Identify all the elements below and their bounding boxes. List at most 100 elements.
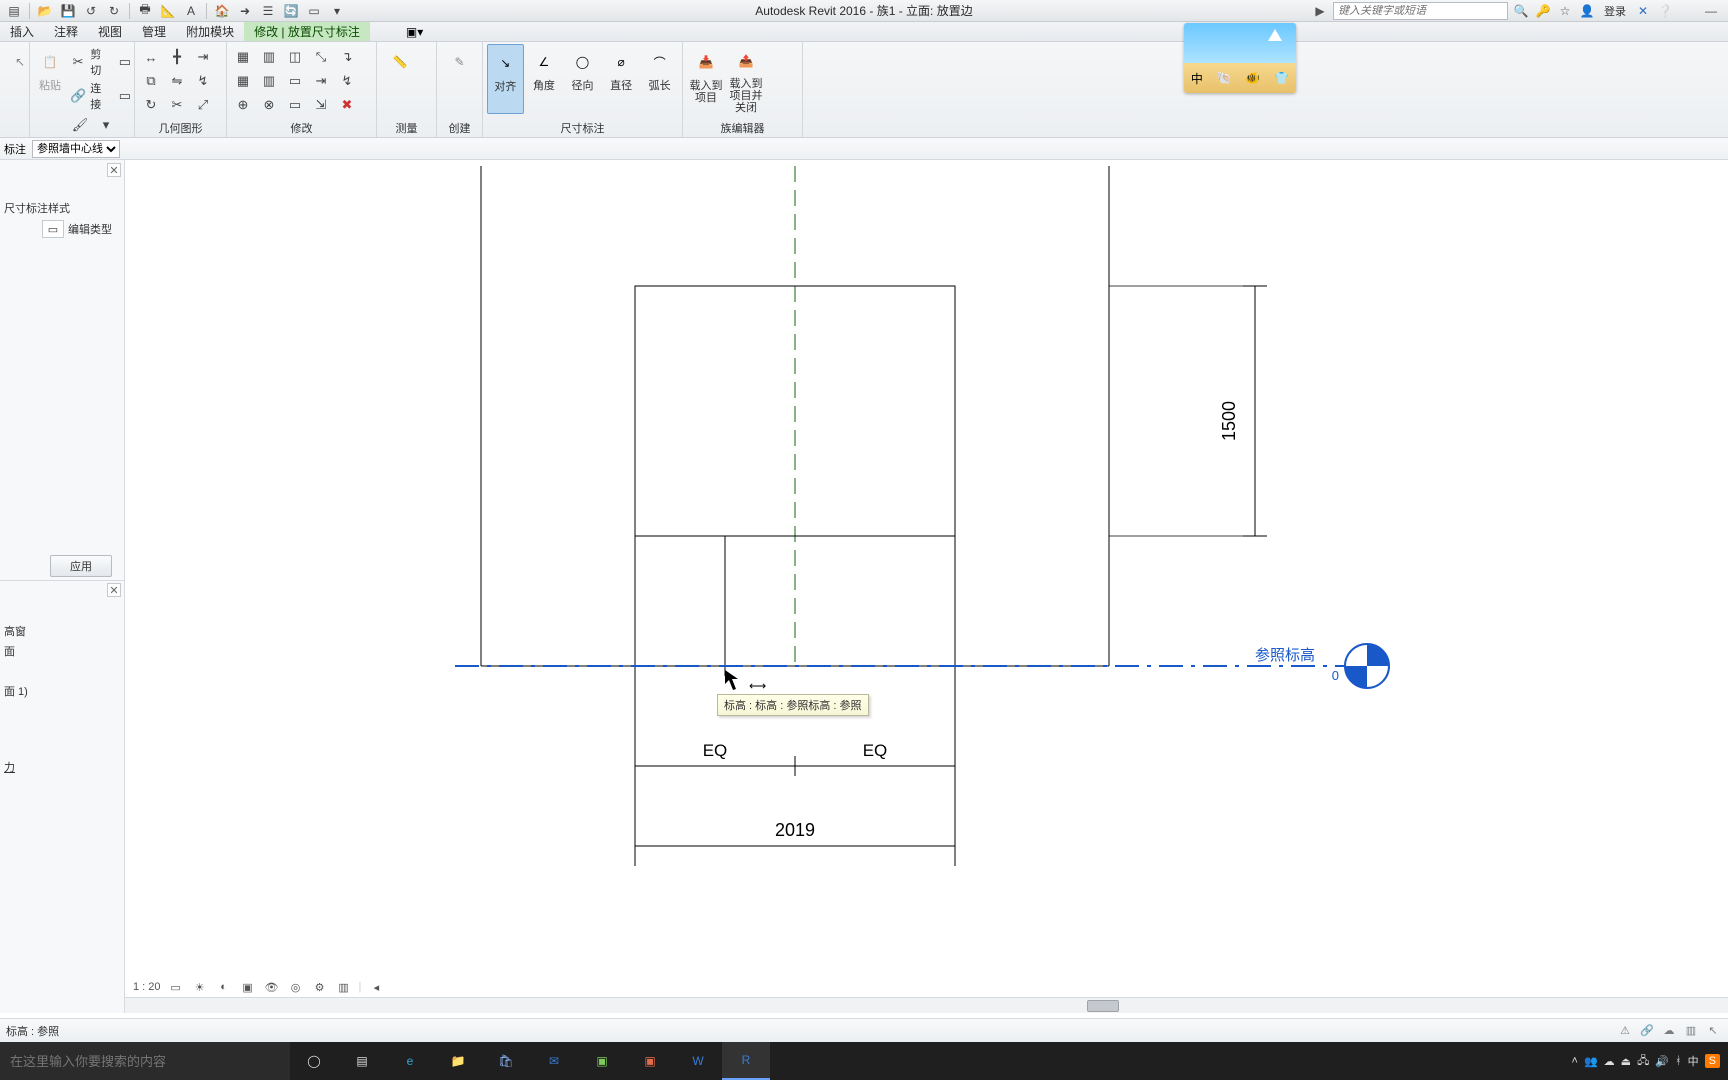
tab-manage[interactable]: 管理 [132, 22, 176, 41]
tray-usb-icon[interactable]: ⏏ [1621, 1055, 1631, 1068]
canvas-h-scrollbar[interactable] [125, 997, 1728, 1013]
tray-cloud-icon[interactable]: ☁ [1604, 1055, 1615, 1068]
vb-hide-icon[interactable]: 👁 [263, 978, 281, 996]
mod-14-icon[interactable]: ⇲ [309, 94, 333, 116]
open-button[interactable]: 📂 [35, 2, 55, 20]
sb-warn-icon[interactable]: ⚠ [1616, 1022, 1634, 1040]
browser-item[interactable]: 面 1) [4, 682, 28, 702]
taskbar-app2-icon[interactable]: ▣ [626, 1042, 674, 1080]
tray-net-icon[interactable]: 🖧 [1637, 1052, 1649, 1071]
mod-5-icon[interactable]: ↴ [335, 46, 359, 68]
measure-button[interactable]: 📏 [381, 44, 419, 114]
mod-4-icon[interactable]: ⤡ [309, 46, 333, 68]
mod-1-icon[interactable]: ▦ [231, 46, 255, 68]
vb-show-icon[interactable]: ▥ [335, 978, 353, 996]
redo-button[interactable]: ↻ [104, 2, 124, 20]
sb-filter-icon[interactable]: ▥ [1682, 1022, 1700, 1040]
search-icon[interactable]: 🔍 [1512, 2, 1530, 20]
paint-dd-icon[interactable]: ▾ [94, 114, 118, 136]
browser-item[interactable]: 力 [4, 758, 28, 778]
window-switch-icon[interactable]: ▭ [304, 2, 324, 20]
optbar-reference-dropdown[interactable]: 参照墙中心线 [32, 140, 120, 158]
text-icon[interactable]: A [181, 2, 201, 20]
dim-angular-button[interactable]: ∠ 角度 [526, 44, 563, 114]
measure-icon[interactable]: 📐 [158, 2, 178, 20]
apply-button[interactable]: 应用 [50, 555, 112, 577]
save-button[interactable]: 💾 [58, 2, 78, 20]
mod-delete-icon[interactable]: ✖ [335, 94, 359, 116]
mod-6-icon[interactable]: ▦ [231, 70, 255, 92]
mod-7-icon[interactable]: ▥ [257, 70, 281, 92]
clip-icon[interactable]: ▭ [115, 85, 135, 107]
exchange-icon[interactable]: ✕ [1634, 2, 1652, 20]
mod-11-icon[interactable]: ⊕ [231, 94, 255, 116]
view-scale[interactable]: 1 : 20 [133, 981, 161, 993]
dim-aligned-button[interactable]: ↘ 对齐 [487, 44, 524, 114]
mod-3-icon[interactable]: ◫ [283, 46, 307, 68]
geom-scale-icon[interactable]: ⤢ [191, 94, 215, 116]
drawing-canvas[interactable]: 1500 EQ EQ 2019 参照标高 0 ⟷ 标高 : 标高 : 参照标高 … [125, 166, 1728, 987]
geom-copy-icon[interactable]: ⧉ [139, 70, 163, 92]
taskbar-store-icon[interactable]: 🛍 [482, 1042, 530, 1080]
scrollbar-thumb[interactable] [1087, 1000, 1119, 1012]
taskbar-search[interactable] [0, 1042, 290, 1080]
browser-close-button[interactable]: ✕ [107, 583, 121, 597]
star-icon[interactable]: ☆ [1556, 2, 1574, 20]
paint-icon[interactable]: 🖌 [68, 114, 92, 136]
vb-shadow-icon[interactable]: ◐ [215, 978, 233, 996]
matchtype-icon[interactable]: ▭ [115, 51, 135, 73]
ribbon-expand-icon[interactable]: ▣▾ [396, 22, 433, 41]
sync-icon[interactable]: 🔄 [281, 2, 301, 20]
tray-up-icon[interactable]: ˄ [1572, 1055, 1578, 1067]
tab-insert[interactable]: 插入 [0, 22, 44, 41]
tab-modify[interactable]: 修改 | 放置尺寸标注 [244, 22, 370, 41]
qat-dropdown[interactable]: ▾ [327, 2, 347, 20]
tray-ime-text[interactable]: 中 [1688, 1053, 1699, 1069]
taskbar-taskview-icon[interactable]: ▤ [338, 1042, 386, 1080]
browser-item[interactable]: 高窗 [4, 622, 28, 642]
mod-13-icon[interactable]: ▭ [283, 94, 307, 116]
cut-icon[interactable]: ✂ [68, 51, 88, 73]
vb-temp-icon[interactable]: ⚙ [311, 978, 329, 996]
tab-view[interactable]: 视图 [88, 22, 132, 41]
tab-addins[interactable]: 附加模块 [176, 22, 244, 41]
load-into-project-button[interactable]: 📥 载入到 项目 [687, 44, 725, 114]
edit-type-button[interactable]: ▭ 编辑类型 [42, 220, 112, 238]
vb-detail-icon[interactable]: ▭ [167, 978, 185, 996]
geom-trim-icon[interactable]: ↯ [191, 70, 215, 92]
sb-link-icon[interactable]: 🔗 [1638, 1022, 1656, 1040]
geom-rotate-icon[interactable]: ↻ [139, 94, 163, 116]
home-icon[interactable]: 🏠 [212, 2, 232, 20]
app-menu-button[interactable]: ▤ [4, 2, 24, 20]
tray-bt-icon[interactable]: ᚼ [1675, 1055, 1682, 1067]
dim-radial-button[interactable]: ◯ 径向 [564, 44, 601, 114]
taskbar-cortana-icon[interactable]: ◯ [290, 1042, 338, 1080]
minimize-button[interactable]: — [1698, 2, 1724, 20]
tray-vol-icon[interactable]: 🔊 [1655, 1055, 1669, 1068]
list-icon[interactable]: ☰ [258, 2, 278, 20]
sb-cloud-icon[interactable]: ☁ [1660, 1022, 1678, 1040]
taskbar-edge-icon[interactable]: e [386, 1042, 434, 1080]
geom-mirror-icon[interactable]: ⇋ [165, 70, 189, 92]
properties-close-button[interactable]: ✕ [107, 163, 121, 177]
login-link[interactable]: 登录 [1600, 3, 1630, 19]
vb-crop-icon[interactable]: ▣ [239, 978, 257, 996]
mod-9-icon[interactable]: ⇥ [309, 70, 333, 92]
mod-8-icon[interactable]: ▭ [283, 70, 307, 92]
help-icon[interactable]: ❔ [1656, 2, 1674, 20]
geom-split-icon[interactable]: ✂ [165, 94, 189, 116]
tray-people-icon[interactable]: 👥 [1584, 1055, 1598, 1068]
help-search-box[interactable] [1333, 2, 1508, 20]
vb-style-icon[interactable]: ☀ [191, 978, 209, 996]
mod-12-icon[interactable]: ⊗ [257, 94, 281, 116]
dim-arc-button[interactable]: ⌒ 弧长 [641, 44, 678, 114]
taskbar-wps-icon[interactable]: W [674, 1042, 722, 1080]
search-play-icon[interactable]: ▶ [1311, 2, 1329, 20]
vb-nav-left-icon[interactable]: ◂ [367, 978, 385, 996]
taskbar-revit-icon[interactable]: R [722, 1042, 770, 1080]
sb-select-icon[interactable]: ↖ [1704, 1022, 1722, 1040]
taskbar-app1-icon[interactable]: ▣ [578, 1042, 626, 1080]
browser-item[interactable]: 面 [4, 642, 28, 662]
vb-reveal-icon[interactable]: ◎ [287, 978, 305, 996]
navigation-widget[interactable]: 中 🐚 🐠 👕 [1184, 23, 1296, 93]
